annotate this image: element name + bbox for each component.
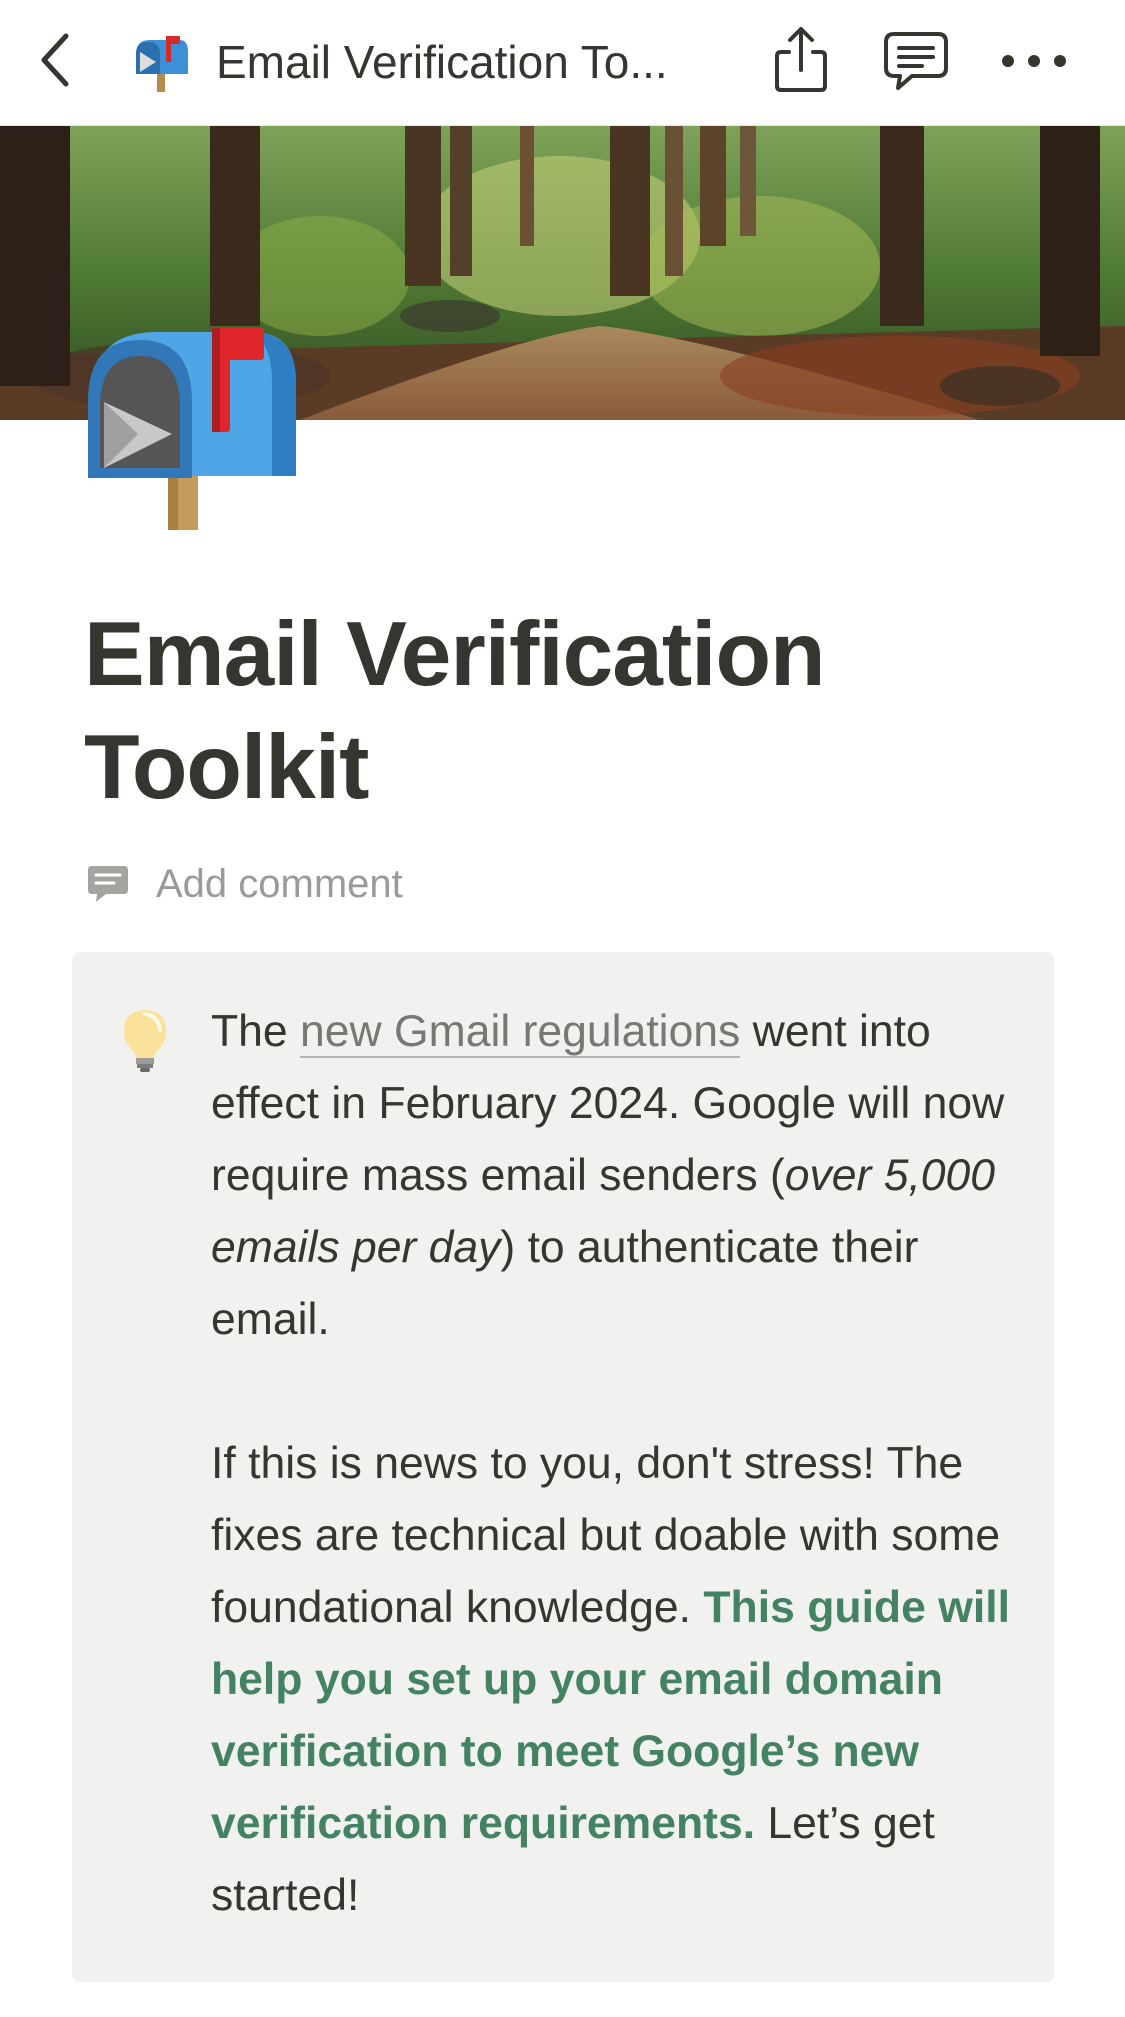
page-title[interactable]: Email Verification Toolkit [84, 598, 1064, 824]
callout-text: The new Gmail regulations went into effe… [211, 996, 1031, 1932]
share-button[interactable] [770, 24, 832, 96]
postbox-emoji-icon [88, 328, 296, 530]
gmail-regulations-link[interactable]: new Gmail regulations [300, 1007, 741, 1058]
more-horizontal-icon [1002, 55, 1066, 67]
share-icon [775, 27, 827, 92]
lightbulb-emoji-icon[interactable] [122, 1008, 168, 1072]
back-button[interactable] [32, 28, 88, 92]
comments-button[interactable] [880, 28, 952, 96]
chevron-left-icon [41, 33, 69, 87]
callout-paragraph-2: If this is news to you, don't stress! Th… [211, 1428, 1031, 1932]
callout-paragraph-1: The new Gmail regulations went into effe… [211, 996, 1031, 1356]
postbox-emoji-icon [130, 32, 192, 94]
comment-icon [88, 866, 128, 902]
comments-icon [884, 32, 948, 90]
page-icon[interactable] [82, 318, 304, 530]
add-comment-button[interactable]: Add comment [86, 858, 403, 910]
page-title-header: Email Verification To... [216, 36, 668, 88]
page-title-line-2: Toolkit [84, 717, 369, 818]
top-navigation-bar: Email Verification To... [0, 0, 1125, 126]
callout-block[interactable]: The new Gmail regulations went into effe… [72, 952, 1054, 1982]
more-options-button[interactable] [996, 30, 1072, 92]
page-title-line-1: Email Verification [84, 604, 826, 705]
add-comment-label: Add comment [156, 861, 403, 906]
text-span: The [211, 1007, 301, 1056]
